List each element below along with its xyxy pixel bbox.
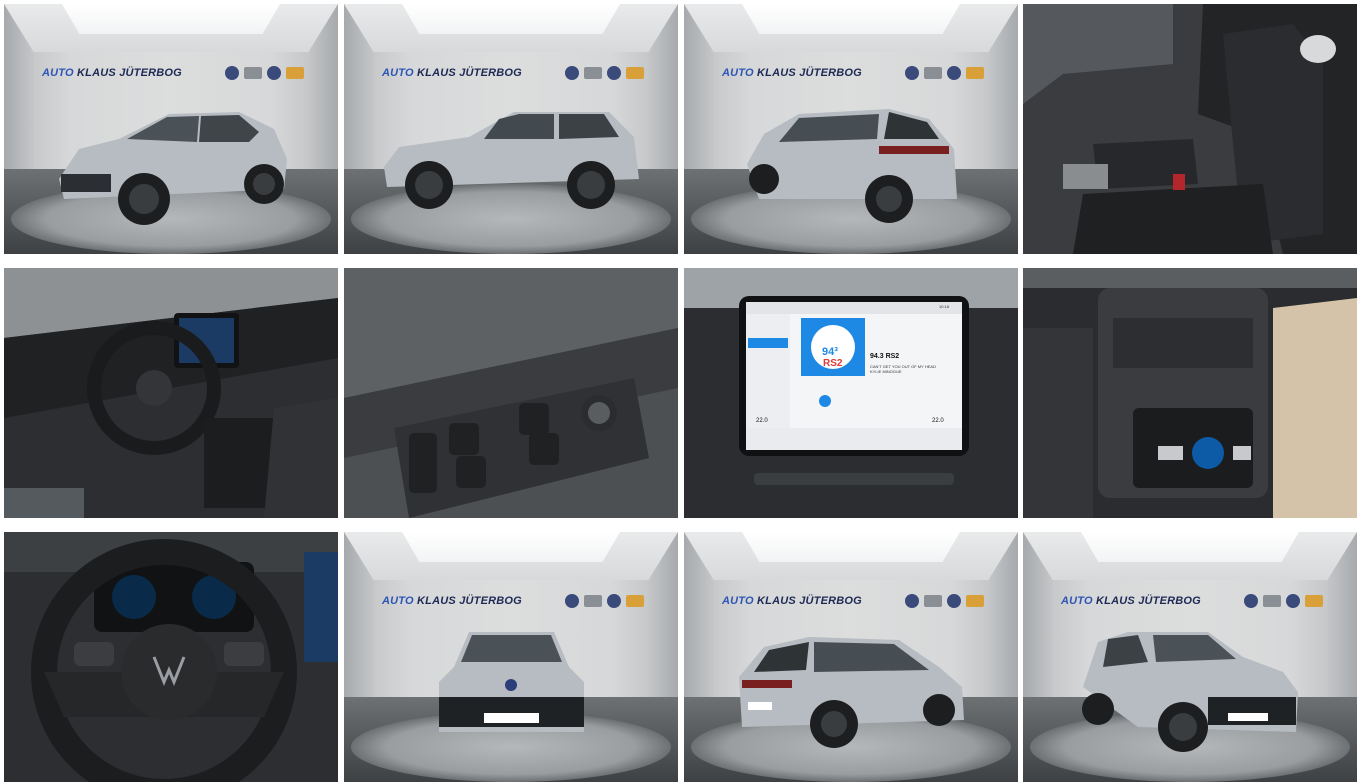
center-console-image-icon [1023,268,1357,518]
photo-thumbnail-side[interactable]: AUTO KLAUS JÜTERBOG [344,4,678,254]
dealer-sign: AUTO KLAUS JÜTERBOG [722,67,862,79]
cockpit-image-icon [4,268,338,518]
window-switches-image-icon [344,268,678,518]
photo-thumbnail-cockpit[interactable] [4,268,338,518]
brand-logos [565,66,644,80]
car-front-left-icon [59,112,287,225]
seats-image-icon [1023,4,1357,254]
photo-thumbnail-rear-left[interactable]: AUTO KLAUS JÜTERBOG [684,4,1018,254]
infotainment-artist: KYLIE MINOGUE [870,369,902,374]
showroom-scene: AUTO KLAUS JÜTERBOG [4,4,338,254]
car-rear-right-icon [739,637,964,748]
infotainment-station-name: 94.3 RS2 [870,353,900,360]
showroom-scene: AUTO KLAUS JÜTERBOG [1023,532,1357,782]
photo-thumbnail-front[interactable]: AUTO KLAUS JÜTERBOG [344,532,678,782]
photo-thumbnail-front-left[interactable]: AUTO KLAUS JÜTERBOG [4,4,338,254]
brand-logos [905,594,984,608]
infotainment-temp-right: 22.0 [932,418,944,424]
photo-thumbnail-rear-right[interactable]: AUTO KLAUS JÜTERBOG [684,532,1018,782]
photo-gallery: AUTO KLAUS JÜTERBOG AUTO KLAUS JÜTERBOG … [0,0,1365,782]
photo-thumbnail-front-right[interactable]: AUTO KLAUS JÜTERBOG [1023,532,1357,782]
photo-thumbnail-steering-wheel[interactable] [4,532,338,782]
car-rear-left-icon [747,109,957,223]
infotainment-temp-left: 22.0 [756,418,768,424]
brand-logos [1244,594,1323,608]
showroom-scene: AUTO KLAUS JÜTERBOG [344,532,678,782]
dealer-sign: AUTO KLAUS JÜTERBOG [722,595,862,607]
infotainment-station-logo: RS2 [823,358,843,369]
dealer-sign: AUTO KLAUS JÜTERBOG [1061,595,1201,607]
infotainment-frame-icon [684,268,1018,518]
car-front-right-icon [1082,632,1298,752]
showroom-scene: AUTO KLAUS JÜTERBOG [684,532,1018,782]
steering-wheel-image-icon [4,532,338,782]
dealer-sign: AUTO KLAUS JÜTERBOG [382,67,522,79]
photo-thumbnail-center-console[interactable] [1023,268,1357,518]
infotainment-status-time: 10:18 [939,304,950,309]
brand-logos [225,66,304,80]
infotainment-station-number: 94³ [822,346,838,358]
showroom-scene: AUTO KLAUS JÜTERBOG [684,4,1018,254]
car-side-icon [384,112,639,209]
dealer-sign: AUTO KLAUS JÜTERBOG [382,595,522,607]
dealer-sign: AUTO KLAUS JÜTERBOG [42,67,182,79]
brand-logos [565,594,644,608]
photo-thumbnail-infotainment[interactable]: 94³ RS2 94.3 RS2 CAN'T GET YOU OUT OF MY… [684,268,1018,518]
car-front-icon [439,632,584,732]
brand-logos [905,66,984,80]
showroom-scene: AUTO KLAUS JÜTERBOG [344,4,678,254]
photo-thumbnail-window-switches[interactable] [344,268,678,518]
photo-thumbnail-front-seats[interactable] [1023,4,1357,254]
